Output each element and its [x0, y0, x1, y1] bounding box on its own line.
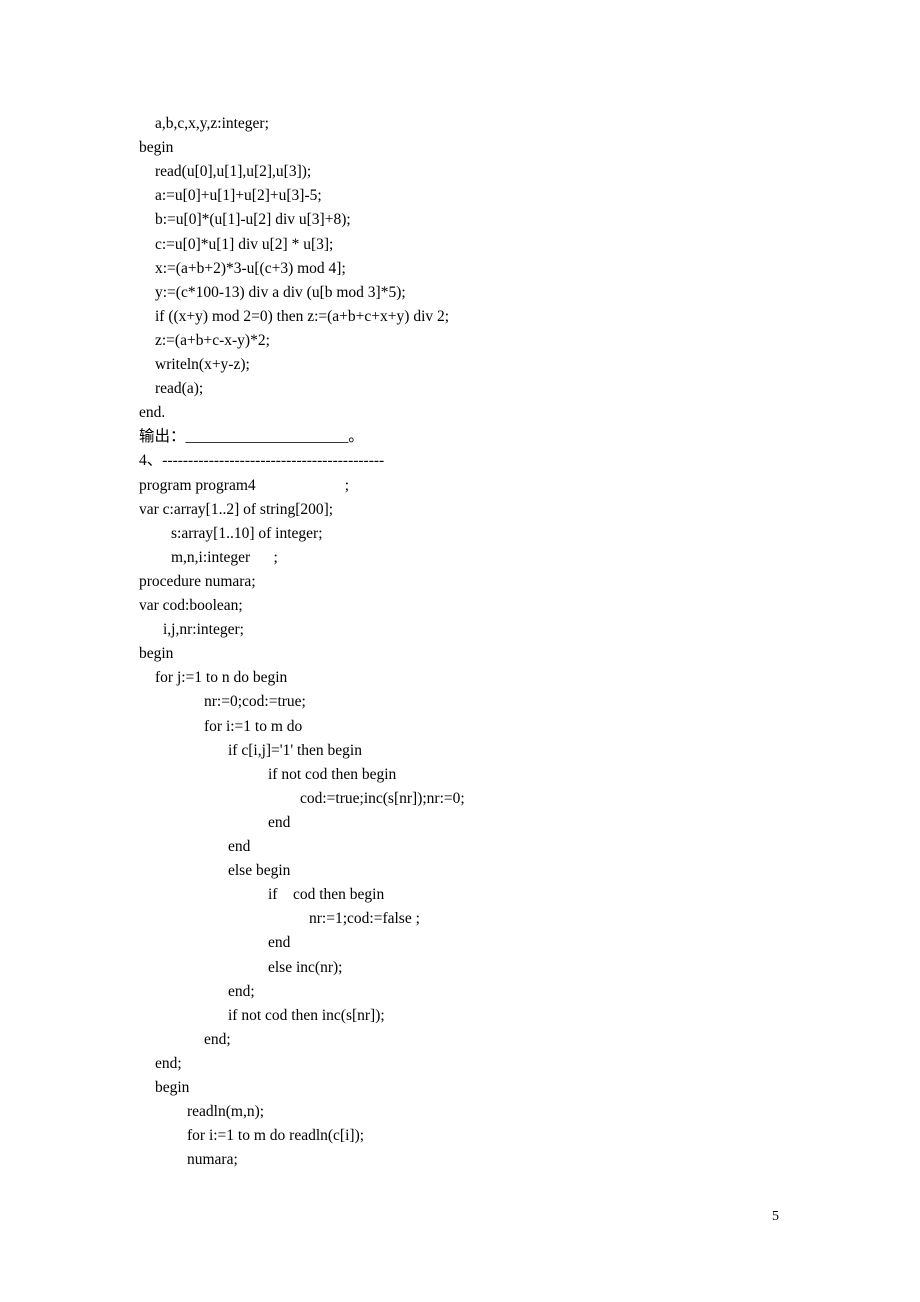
code-line: numara;	[187, 1151, 238, 1169]
code-line: begin	[139, 139, 174, 157]
code-line: c:=u[0]*u[1] div u[2] * u[3];	[155, 235, 334, 253]
code-line: end	[268, 813, 291, 831]
code-line: read(u[0],u[1],u[2],u[3]);	[155, 163, 312, 181]
code-line: else inc(nr);	[268, 958, 343, 976]
code-line: begin	[155, 1079, 190, 1096]
code-line: s:array[1..10] of integer;	[171, 524, 323, 542]
code-line: y:=(c*100-13) div a div (u[b mod 3]*5);	[155, 283, 406, 301]
code-line: end	[268, 934, 291, 952]
code-line: var cod:boolean;	[139, 597, 243, 614]
code-line: procedure numara;	[139, 572, 256, 590]
code-line: nr:=1;cod:=false ;	[309, 910, 420, 928]
code-line: a,b,c,x,y,z:integer;	[155, 115, 269, 132]
code-line: if cod then begin	[268, 886, 385, 904]
code-line: if not cod then begin	[268, 765, 397, 783]
code-line: end.	[139, 404, 166, 422]
code-line: for j:=1 to n do begin	[155, 669, 288, 687]
code-line: if ((x+y) mod 2=0) then z:=(a+b+c+x+y) d…	[155, 307, 450, 325]
code-line: end;	[155, 1054, 182, 1072]
code-line: a:=u[0]+u[1]+u[2]+u[3]-5;	[155, 187, 322, 205]
code-line: end;	[204, 1030, 231, 1048]
code-line: 4、--------------------------------------…	[139, 452, 385, 470]
code-line: end;	[228, 982, 255, 1000]
code-line: writeln(x+y-z);	[155, 356, 250, 373]
code-line: i,j,nr:integer;	[163, 621, 244, 639]
code-line: x:=(a+b+2)*3-u[(c+3) mod 4];	[155, 259, 346, 277]
document-page: a,b,c,x,y,z:integer; begin read(u[0],u[1],…	[0, 0, 920, 1302]
code-line: end	[228, 838, 251, 855]
code-line: nr:=0;cod:=true;	[204, 693, 306, 711]
code-line: for i:=1 to m do	[204, 717, 303, 735]
code-line: if c[i,j]='1' then begin	[228, 741, 362, 759]
code-line: z:=(a+b+c-x-y)*2;	[155, 331, 270, 349]
code-line: b:=u[0]*(u[1]-u[2] div u[3]+8);	[155, 211, 351, 229]
page-number: 5	[772, 1209, 779, 1224]
code-line: m,n,i:integer ;	[171, 548, 278, 566]
code-line: else begin	[228, 862, 291, 880]
code-line: cod:=true;inc(s[nr]);nr:=0;	[300, 789, 465, 807]
code-line: var c:array[1..2] of string[200];	[139, 500, 334, 518]
code-line: begin	[139, 645, 174, 663]
code-line: 输出：_____________________。	[139, 428, 364, 446]
code-line: for i:=1 to m do readln(c[i]);	[187, 1127, 365, 1145]
code-line: program program4 ;	[139, 476, 350, 494]
code-line: if not cod then inc(s[nr]);	[228, 1006, 385, 1024]
code-line: readln(m,n);	[187, 1103, 265, 1121]
code-line: read(a);	[155, 380, 204, 398]
